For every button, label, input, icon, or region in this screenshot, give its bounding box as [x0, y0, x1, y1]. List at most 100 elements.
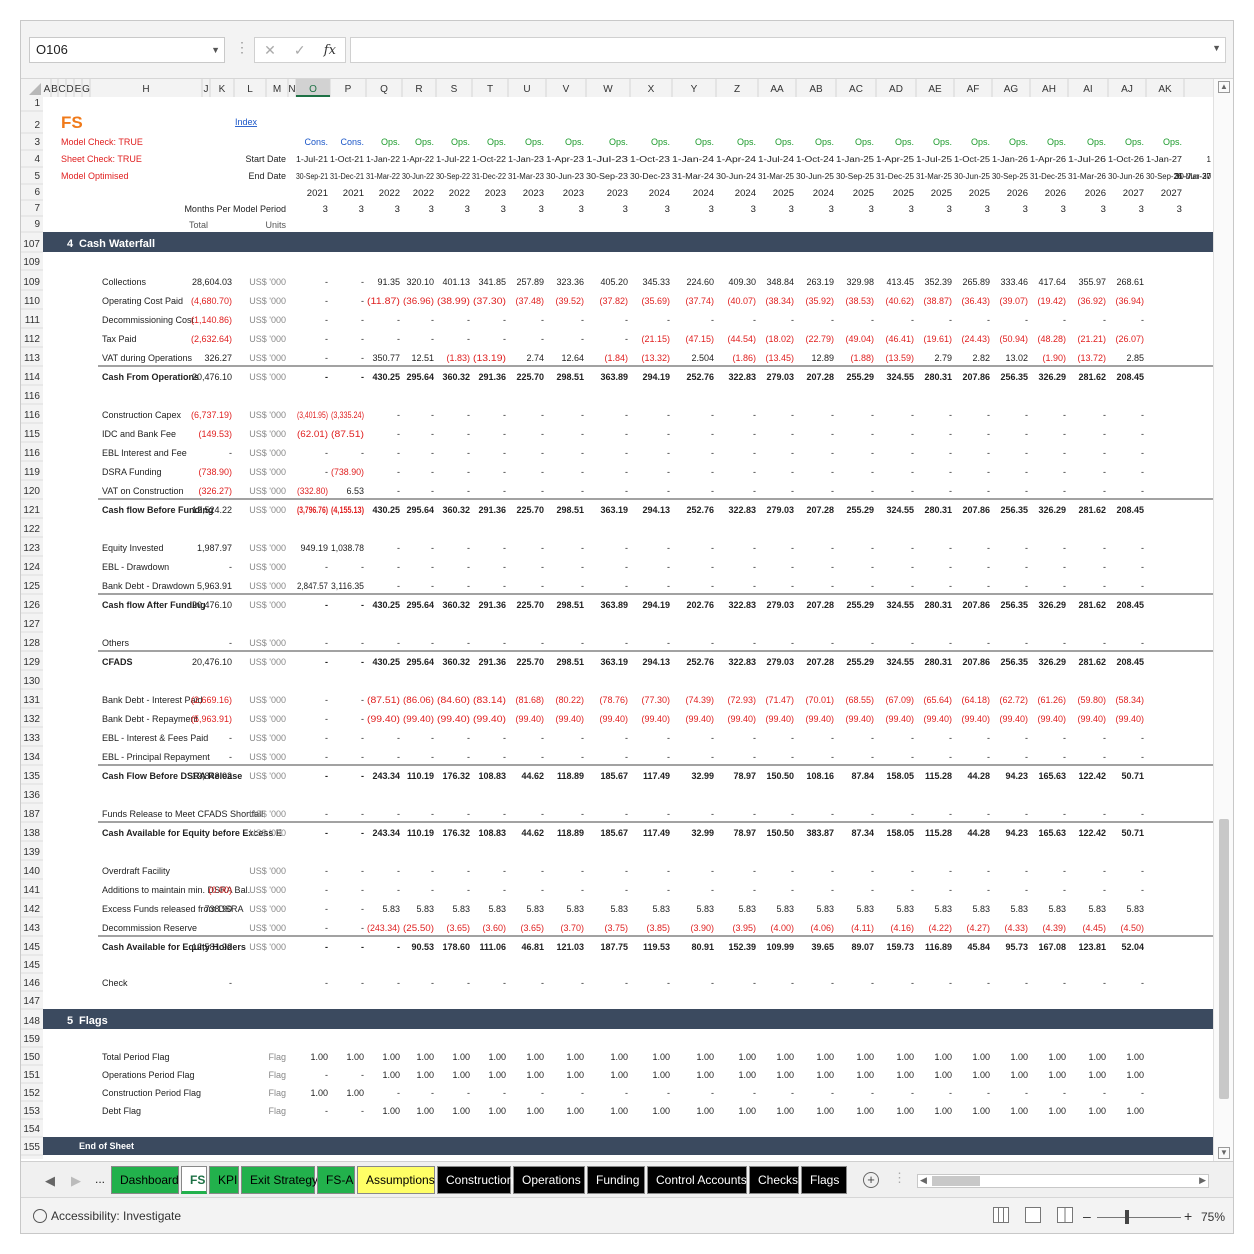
cell-value[interactable]: - — [871, 1088, 874, 1098]
cell-value[interactable]: 44.28 — [967, 771, 990, 781]
chevron-down-icon[interactable]: ▼ — [211, 38, 220, 62]
cell-value[interactable]: 1.00 — [652, 1070, 670, 1080]
cell-value[interactable]: 87.34 — [851, 828, 874, 838]
cell-value[interactable]: 78.97 — [733, 828, 756, 838]
cell-value[interactable]: - — [711, 581, 714, 591]
cell-value[interactable]: - — [791, 866, 794, 876]
cell-value[interactable]: - — [911, 429, 914, 439]
cell-value[interactable]: - — [1025, 978, 1028, 988]
cell-value[interactable]: - — [987, 885, 990, 895]
cell-value[interactable]: - — [625, 448, 628, 458]
cell-value[interactable]: - — [831, 562, 834, 572]
cell-value[interactable]: (39.52) — [555, 296, 584, 306]
cell-value[interactable]: 1.00 — [1010, 1070, 1028, 1080]
column-header-AA[interactable]: AA — [770, 84, 784, 95]
zoom-slider[interactable] — [1097, 1217, 1181, 1218]
cell-value[interactable]: - — [1063, 733, 1066, 743]
row-header[interactable]: 4 — [34, 154, 40, 165]
cell-value[interactable]: (78.76) — [599, 695, 628, 705]
cell-value[interactable]: - — [397, 809, 400, 819]
cell-value[interactable]: 256.35 — [1000, 505, 1028, 515]
row-header[interactable]: 141 — [23, 885, 40, 896]
cell-value[interactable]: - — [949, 315, 952, 325]
cell-value[interactable]: (36.43) — [961, 296, 990, 306]
cell-value[interactable]: 12.51 — [411, 353, 434, 363]
cell-value[interactable]: - — [467, 978, 470, 988]
cell-value[interactable]: 430.25 — [372, 657, 400, 667]
cell-value[interactable]: 333.46 — [1000, 277, 1028, 287]
cell-value[interactable]: (35.92) — [805, 296, 834, 306]
cell-value[interactable]: - — [325, 733, 328, 743]
cell-value[interactable]: 13.02 — [1005, 353, 1028, 363]
row-header[interactable]: 110 — [24, 296, 40, 307]
row-header[interactable]: 115 — [24, 429, 40, 440]
cell-value[interactable]: 256.35 — [1000, 600, 1028, 610]
column-header-AC[interactable]: AC — [849, 84, 863, 95]
cell-value[interactable]: (50.94) — [999, 334, 1028, 344]
row-header[interactable]: 126 — [23, 600, 40, 611]
cell-value[interactable]: 32.99 — [691, 828, 714, 838]
cell-value[interactable]: 225.70 — [516, 600, 544, 610]
column-header-AE[interactable]: AE — [928, 84, 942, 95]
cell-value[interactable]: - — [753, 733, 756, 743]
cell-value[interactable]: 207.28 — [806, 600, 834, 610]
cell-value[interactable]: - — [397, 1088, 400, 1098]
cell-value[interactable]: 280.31 — [924, 600, 952, 610]
cell-value[interactable]: - — [361, 828, 364, 838]
cell-value[interactable]: 90.53 — [411, 942, 434, 952]
row-header[interactable]: 128 — [23, 638, 40, 649]
cell-value[interactable]: - — [325, 942, 328, 952]
cell-value[interactable]: 1.00 — [566, 1052, 584, 1062]
cell-grid[interactable]: A B C D E G H J K L M N O P Q R S T U V W X Y Z AA AB AC AD AE AF AG AH… — [21, 79, 1213, 1159]
cell-value[interactable]: 263.19 — [806, 277, 834, 287]
cell-value[interactable]: 281.62 — [1078, 600, 1106, 610]
cell-value[interactable]: - — [831, 467, 834, 477]
cell-value[interactable]: - — [987, 410, 990, 420]
row-header[interactable]: 116 — [24, 448, 40, 459]
row-header[interactable]: 127 — [23, 619, 40, 630]
cell-value[interactable]: - — [987, 543, 990, 553]
column-header-T[interactable]: T — [487, 84, 493, 95]
cell-value[interactable]: - — [791, 1088, 794, 1098]
cell-value[interactable]: (99.40) — [1077, 714, 1106, 724]
cell-value[interactable]: - — [791, 410, 794, 420]
cell-value[interactable]: (99.40) — [599, 714, 628, 724]
cell-value[interactable]: (46.41) — [885, 334, 914, 344]
cell-value[interactable]: - — [753, 978, 756, 988]
cell-value[interactable]: - — [625, 543, 628, 553]
cell-value[interactable]: 281.62 — [1078, 372, 1106, 382]
cell-value[interactable]: - — [325, 828, 328, 838]
cell-value[interactable]: 1.00 — [816, 1106, 834, 1116]
cell-value[interactable]: - — [397, 562, 400, 572]
cell-value[interactable]: (1.88) — [850, 353, 874, 363]
column-header-L[interactable]: L — [247, 84, 253, 95]
row-header[interactable]: 120 — [23, 486, 40, 497]
cell-value[interactable]: 1.00 — [416, 1052, 434, 1062]
row-header[interactable]: 138 — [23, 828, 40, 839]
cell-value[interactable]: 176.32 — [442, 828, 470, 838]
index-link[interactable]: Index — [235, 117, 258, 127]
cell-value[interactable]: 122.42 — [1078, 828, 1106, 838]
cell-value[interactable]: - — [581, 1088, 584, 1098]
cell-value[interactable]: 12.64 — [561, 353, 584, 363]
cell-value[interactable]: 208.45 — [1116, 600, 1144, 610]
cell-value[interactable]: 324.55 — [886, 657, 914, 667]
cell-value[interactable]: - — [949, 486, 952, 496]
cell-value[interactable]: - — [581, 543, 584, 553]
cell-value[interactable]: - — [1103, 1088, 1106, 1098]
cell-value[interactable]: - — [503, 334, 506, 344]
cell-value[interactable]: - — [581, 638, 584, 648]
cell-value[interactable]: 329.98 — [846, 277, 874, 287]
cell-value[interactable]: - — [541, 543, 544, 553]
cell-value[interactable]: 280.31 — [924, 657, 952, 667]
row-header[interactable]: 135 — [23, 771, 40, 782]
row-header[interactable]: 159 — [23, 1034, 40, 1045]
column-header-J[interactable]: J — [204, 84, 209, 95]
row-header[interactable]: 148 — [23, 1016, 40, 1027]
row-header[interactable]: 121 — [23, 505, 40, 516]
cell-value[interactable]: - — [325, 904, 328, 914]
cell-value[interactable]: (40.07) — [727, 296, 756, 306]
cell-value[interactable]: - — [1025, 429, 1028, 439]
cell-value[interactable]: - — [325, 714, 328, 724]
cell-value[interactable]: 207.86 — [962, 657, 990, 667]
